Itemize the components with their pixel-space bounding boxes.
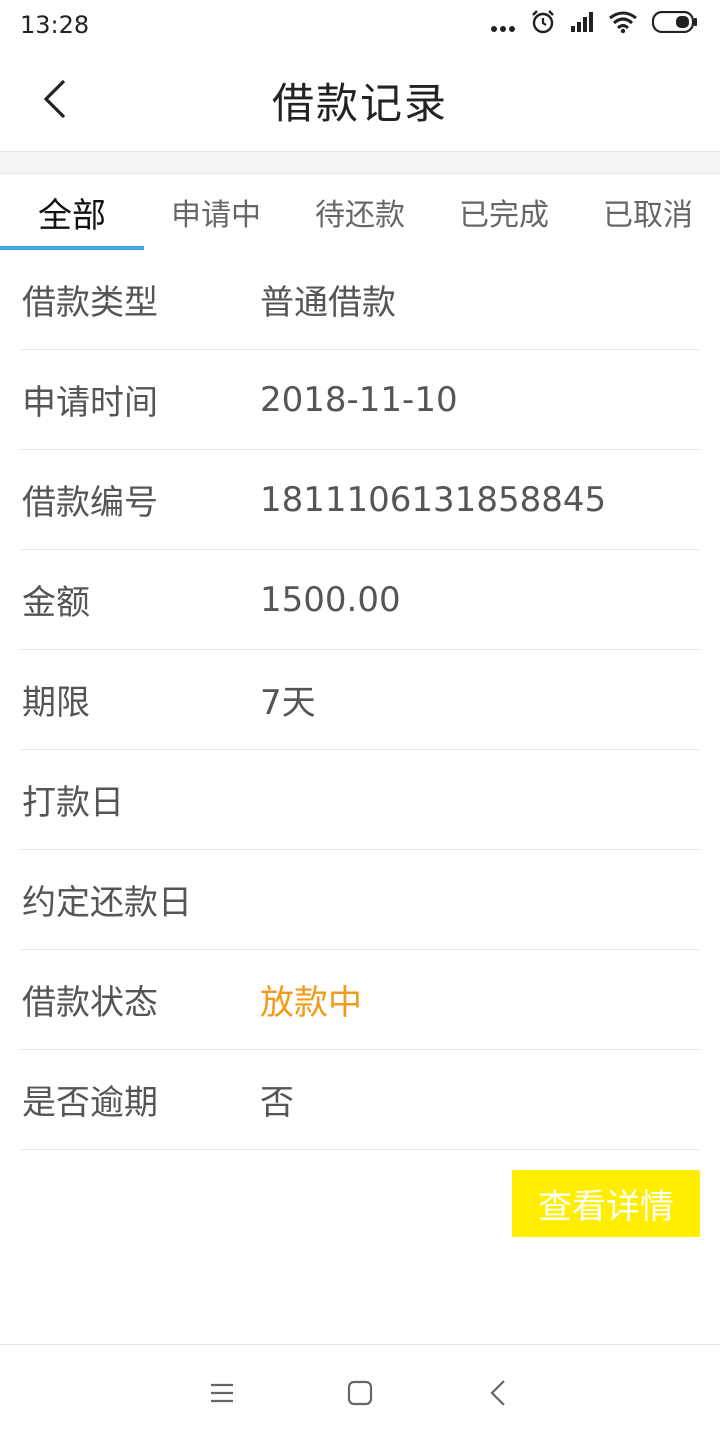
record-row-loan-status: 借款状态 放款中: [20, 950, 700, 1050]
chevron-left-icon: [42, 79, 68, 123]
row-label: 打款日: [22, 783, 124, 823]
record-row-amount: 金额 1500.00: [20, 550, 700, 650]
row-label: 期限: [22, 683, 90, 723]
back-triangle-icon[interactable]: [482, 1377, 514, 1409]
tab-all[interactable]: 全部: [0, 174, 144, 250]
row-value: 1500.00: [260, 579, 401, 620]
record-row-loan-number: 借款编号 1811106131858845: [20, 450, 700, 550]
row-value: 1811106131858845: [260, 479, 607, 520]
section-divider: [0, 152, 720, 174]
app-bar: 借款记录: [0, 50, 720, 152]
alarm-icon: [530, 9, 556, 41]
home-square-icon[interactable]: [344, 1377, 376, 1409]
row-value: 7天: [260, 683, 316, 723]
record-row-loan-type: 借款类型 普通借款: [20, 250, 700, 350]
record-row-due-date: 约定还款日: [20, 850, 700, 950]
wifi-icon: [608, 10, 638, 40]
tab-completed[interactable]: 已完成: [432, 174, 576, 250]
view-details-button[interactable]: 查看详情: [512, 1170, 700, 1237]
row-label: 金额: [22, 583, 90, 623]
row-label: 借款类型: [22, 283, 158, 323]
loan-record-card: 借款类型 普通借款 申请时间 2018-11-10 借款编号 181110613…: [20, 250, 700, 1150]
status-icons: [490, 9, 698, 41]
row-label: 约定还款日: [22, 883, 192, 923]
back-button[interactable]: [30, 74, 80, 128]
row-label: 借款状态: [22, 983, 158, 1023]
battery-icon: [651, 10, 698, 39]
system-nav-bar: [0, 1344, 720, 1440]
status-bar: 13:28: [0, 0, 720, 50]
signal-icon: [570, 11, 594, 39]
menu-icon[interactable]: [206, 1377, 238, 1409]
row-label: 是否逾期: [22, 1083, 158, 1123]
tab-cancelled[interactable]: 已取消: [576, 174, 720, 250]
status-tabs: 全部 申请中 待还款 已完成 已取消: [0, 174, 720, 250]
record-row-apply-time: 申请时间 2018-11-10: [20, 350, 700, 450]
row-label: 借款编号: [22, 483, 158, 523]
status-time: 13:28: [20, 11, 90, 39]
tab-applying[interactable]: 申请中: [144, 174, 288, 250]
row-value: 2018-11-10: [260, 379, 458, 420]
record-row-payout-date: 打款日: [20, 750, 700, 850]
record-row-term: 期限 7天: [20, 650, 700, 750]
row-value: 否: [260, 1083, 294, 1123]
status-badge: 放款中: [260, 983, 362, 1023]
more-dots-icon: [490, 11, 516, 39]
tab-pending-repayment[interactable]: 待还款: [288, 174, 432, 250]
row-value: 普通借款: [260, 283, 396, 323]
row-label: 申请时间: [22, 383, 158, 423]
record-row-overdue: 是否逾期 否: [20, 1050, 700, 1150]
page-title: 借款记录: [271, 79, 448, 128]
